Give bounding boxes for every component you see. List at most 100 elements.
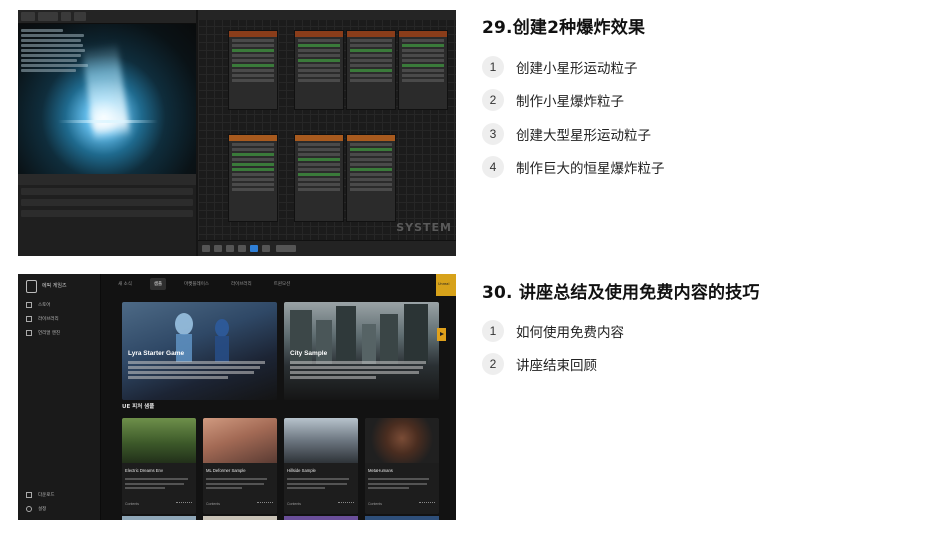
card-title: Hillside Sample (287, 468, 316, 473)
niagara-editor-screenshot: SYSTEM (18, 10, 456, 256)
card-title: Electric Dreams Env (125, 468, 163, 473)
emitter-node[interactable] (346, 30, 396, 110)
tab-samples[interactable]: 샘플 (149, 278, 167, 290)
hero-description (128, 361, 271, 381)
graph-bottom-toolbar (198, 240, 456, 256)
toolbar-button[interactable] (214, 245, 222, 252)
card-description (125, 478, 191, 492)
toolbar-button[interactable] (262, 245, 270, 252)
card-footer: Contents (368, 502, 383, 506)
section-30-title: 30. 讲座总结及使用免费内容的技巧 (482, 283, 760, 303)
emitter-node[interactable] (228, 30, 278, 110)
graph-header (198, 10, 456, 20)
launcher-tabs: 새 소식 샘플 마켓플레이스 라이브러리 트윈모션 (102, 274, 456, 294)
card-description (368, 478, 434, 492)
parameters-tabs[interactable] (18, 174, 196, 185)
toolbar-button[interactable] (61, 12, 71, 21)
section-29-list: 1 创建小星形运动粒子 2 制作小星爆炸粒子 3 创建大型星形运动粒子 4 制作… (482, 50, 665, 184)
sidebar-item-store[interactable]: 스토어 (26, 302, 50, 308)
parameters-panel (18, 174, 196, 256)
epic-logo-icon (26, 280, 37, 293)
card-description (206, 478, 272, 492)
emitter-node[interactable] (294, 134, 344, 222)
list-item: 1 如何使用免费内容 (482, 314, 624, 348)
parameter-row[interactable] (21, 210, 193, 217)
sidebar-item-unreal-engine[interactable]: 언리얼 엔진 (26, 330, 60, 336)
epic-launcher-screenshot: 에픽 게임즈 스토어 라이브러리 언리얼 엔진 다운로드 설정 새 소식 샘플 … (18, 274, 456, 520)
toolbar-button[interactable] (238, 245, 246, 252)
section-29-title: 29.创建2种爆炸效果 (482, 18, 646, 38)
card-footer: Contents (125, 502, 140, 506)
hero-title: Lyra Starter Game (128, 350, 185, 357)
item-text: 讲座结束回顾 (516, 358, 597, 375)
item-text: 制作小星爆炸粒子 (516, 94, 624, 111)
item-text: 如何使用免费内容 (516, 324, 624, 341)
toolbar-button[interactable] (21, 12, 35, 21)
card-image (122, 418, 196, 463)
card-footer: Contents (206, 502, 221, 506)
toolbar-button[interactable] (38, 12, 58, 21)
graph-watermark: SYSTEM (396, 221, 452, 234)
toolbar-button[interactable] (226, 245, 234, 252)
hero-title: City Sample (290, 350, 328, 357)
sample-card[interactable]: Electric Dreams Env Contents (122, 418, 196, 514)
list-item: 1 创建小星形运动粒子 (482, 50, 665, 84)
next-row-preview (122, 516, 442, 520)
hero-card-lyra[interactable]: Lyra Starter Game (122, 302, 277, 400)
tab-twinmotion[interactable]: 트윈모션 (270, 278, 295, 290)
parameter-row[interactable] (21, 199, 193, 206)
card-title: ML Deformer Sample (206, 468, 246, 473)
card-image (365, 418, 439, 463)
list-item: 2 制作小星爆炸粒子 (482, 84, 665, 118)
item-number-badge: 2 (482, 353, 504, 376)
item-text: 创建小星形运动粒子 (516, 60, 638, 77)
toolbar-button[interactable] (202, 245, 210, 252)
section-30-list: 1 如何使用免费内容 2 讲座结束回顾 (482, 314, 624, 381)
library-icon (26, 316, 32, 322)
sample-card[interactable]: ML Deformer Sample Contents (203, 418, 277, 514)
system-overview-graph[interactable]: SYSTEM (198, 10, 456, 256)
toolbar-dropdown[interactable] (276, 245, 296, 252)
launcher-sidebar: 에픽 게임즈 스토어 라이브러리 언리얼 엔진 다운로드 설정 (18, 274, 101, 520)
list-item: 3 创建大型星形运动粒子 (482, 117, 665, 151)
stat-overlay (21, 29, 91, 74)
item-number-badge: 3 (482, 122, 504, 145)
item-number-badge: 2 (482, 89, 504, 112)
preview-viewport[interactable] (18, 24, 196, 174)
card-footer: Contents (287, 502, 302, 506)
install-engine-button[interactable]: Unreal (436, 274, 456, 296)
sidebar-item-downloads[interactable]: 다운로드 (26, 492, 55, 498)
sample-card[interactable]: MetaHumans Contents (365, 418, 439, 514)
sample-card[interactable]: Hillside Sample Contents (284, 418, 358, 514)
platform-icons (176, 502, 192, 506)
sidebar-item-settings[interactable]: 설정 (26, 506, 46, 512)
item-number-badge: 1 (482, 55, 504, 78)
emitter-node[interactable] (398, 30, 448, 110)
hero-card-city-sample[interactable]: City Sample (284, 302, 439, 400)
emitter-node[interactable] (294, 30, 344, 110)
item-text: 制作巨大的恒星爆炸粒子 (516, 161, 665, 178)
item-number-badge: 1 (482, 319, 504, 342)
unreal-engine-icon (26, 330, 32, 336)
toolbar-button-active[interactable] (250, 245, 258, 252)
card-title: MetaHumans (368, 468, 393, 473)
emitter-node[interactable] (228, 134, 278, 222)
emitter-node[interactable] (346, 134, 396, 222)
tab-news[interactable]: 새 소식 (114, 278, 136, 290)
card-image (203, 418, 277, 463)
tab-library[interactable]: 라이브러리 (227, 278, 256, 290)
toolbar-button[interactable] (74, 12, 86, 21)
store-icon (26, 302, 32, 308)
card-description (287, 478, 353, 492)
parameter-row[interactable] (21, 188, 193, 195)
item-text: 创建大型星形运动粒子 (516, 127, 651, 144)
download-icon (26, 492, 32, 498)
sidebar-item-library[interactable]: 라이브러리 (26, 316, 59, 322)
carousel-next-button[interactable] (437, 328, 446, 341)
platform-icons (257, 502, 273, 506)
gear-icon (26, 506, 32, 512)
particle-burst (81, 41, 131, 142)
tab-marketplace[interactable]: 마켓플레이스 (180, 278, 213, 290)
card-image (284, 418, 358, 463)
item-number-badge: 4 (482, 156, 504, 179)
